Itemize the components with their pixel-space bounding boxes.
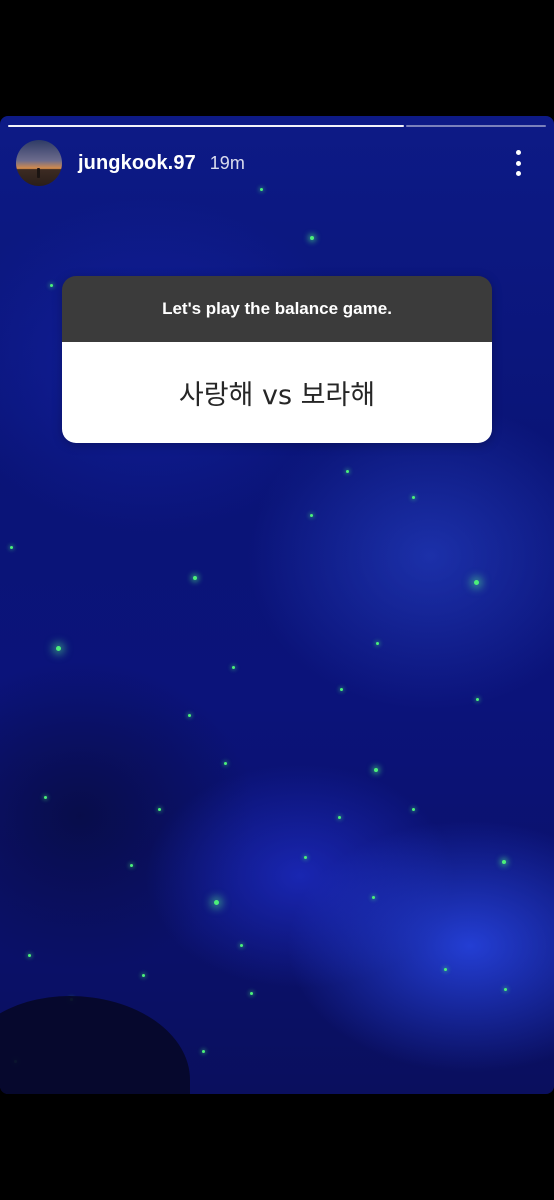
star	[310, 514, 313, 517]
question-sticker[interactable]: Let's play the balance game. 사랑해 vs 보라해	[62, 276, 492, 443]
star	[202, 1050, 205, 1053]
star	[142, 974, 145, 977]
star	[502, 860, 506, 864]
question-answer: 사랑해 vs 보라해	[62, 342, 492, 443]
story-progress-bar	[8, 125, 546, 127]
star	[412, 808, 415, 811]
star	[224, 762, 227, 765]
foreground-silhouette	[0, 996, 190, 1094]
star	[188, 714, 191, 717]
star	[476, 698, 479, 701]
star	[412, 496, 415, 499]
star	[130, 864, 133, 867]
story-media[interactable]	[0, 116, 554, 1094]
username[interactable]: jungkook.97	[78, 152, 196, 175]
star	[444, 968, 447, 971]
star	[250, 992, 253, 995]
star	[28, 954, 31, 957]
star	[304, 856, 307, 859]
star	[50, 284, 53, 287]
more-dot	[515, 150, 521, 155]
progress-segment-viewed	[8, 125, 404, 127]
star	[240, 944, 243, 947]
star	[56, 646, 61, 651]
star	[310, 236, 314, 240]
star	[193, 576, 197, 580]
star	[10, 546, 13, 549]
more-vertical-icon[interactable]	[508, 150, 528, 176]
avatar-figure	[37, 168, 40, 178]
more-dot	[515, 160, 521, 166]
star	[260, 188, 263, 191]
star	[44, 796, 47, 799]
star	[214, 900, 219, 905]
star	[374, 768, 378, 772]
avatar[interactable]	[16, 140, 62, 186]
star	[474, 580, 479, 585]
progress-segment-remaining	[406, 125, 546, 127]
story-header: jungkook.97 19m	[16, 140, 538, 186]
more-dot	[515, 171, 521, 176]
star	[504, 988, 507, 991]
star	[346, 470, 349, 473]
post-time: 19m	[209, 152, 245, 173]
star	[338, 816, 341, 819]
star	[340, 688, 343, 691]
star	[158, 808, 161, 811]
star	[376, 642, 379, 645]
star	[232, 666, 235, 669]
question-prompt: Let's play the balance game.	[62, 276, 492, 342]
star	[372, 896, 375, 899]
story-screen: jungkook.97 19m Let's play the balance g…	[0, 0, 554, 1200]
